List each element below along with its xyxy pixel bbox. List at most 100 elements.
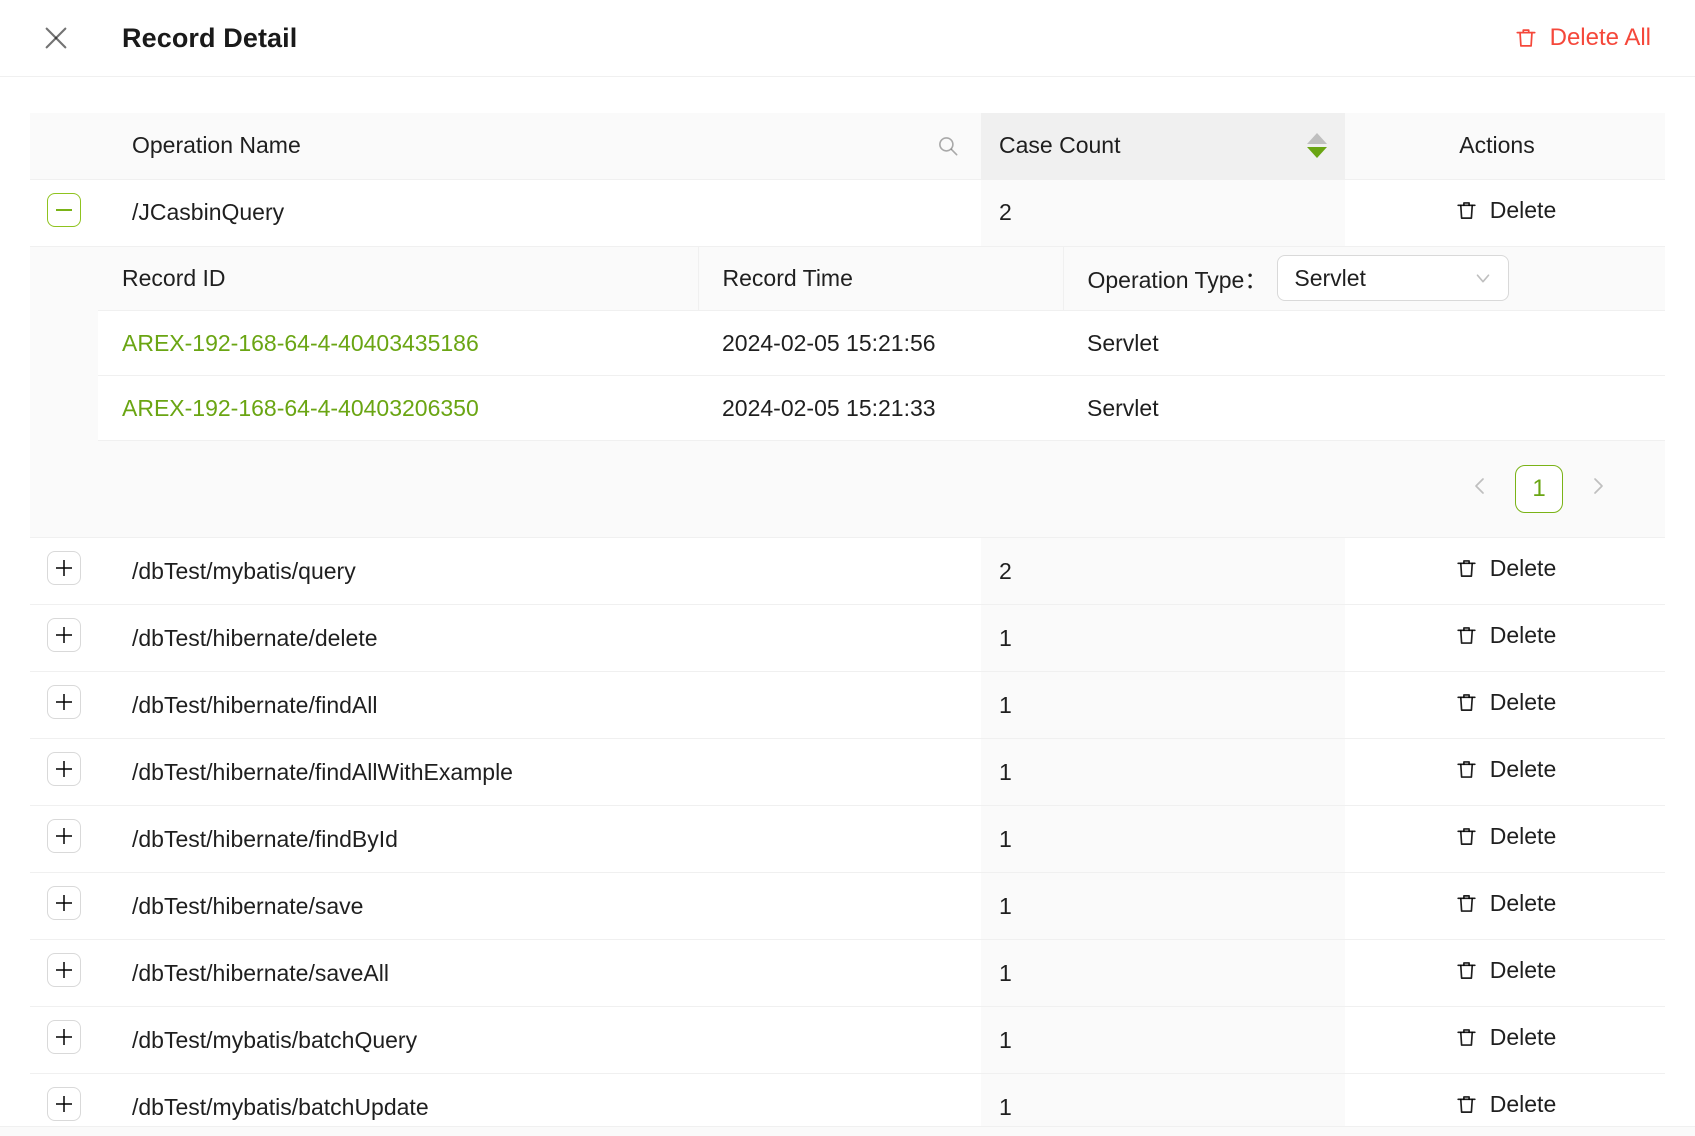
actions-cell[interactable]: Delete — [1345, 537, 1665, 605]
nested-header-row: Record ID Record Time Operation Type： Se… — [98, 246, 1665, 311]
expand-cell[interactable] — [30, 939, 98, 1007]
table-row[interactable]: /dbTest/hibernate/saveAll 1 Delete — [30, 939, 1665, 1007]
actions-cell[interactable]: Delete — [1345, 604, 1665, 672]
actions-cell[interactable]: Delete — [1345, 939, 1665, 1007]
trash-icon — [1454, 198, 1479, 223]
actions-cell[interactable]: Delete — [1345, 671, 1665, 739]
expanded-detail-row: Record ID Record Time Operation Type： Se… — [30, 246, 1665, 538]
plus-square-icon[interactable] — [47, 819, 81, 853]
operation-name-cell: /dbTest/mybatis/batchQuery — [98, 1006, 981, 1074]
record-time-cell: 2024-02-05 15:21:33 — [698, 375, 1063, 441]
table-row[interactable]: /dbTest/hibernate/findAll 1 Delete — [30, 671, 1665, 739]
delete-row-button[interactable]: Delete — [1454, 555, 1556, 582]
nested-record-table: Record ID Record Time Operation Type： Se… — [98, 246, 1665, 441]
expanded-detail-cell: Record ID Record Time Operation Type： Se… — [30, 246, 1665, 538]
actions-cell[interactable]: Delete — [1345, 1006, 1665, 1074]
operation-type-column-header: Operation Type： Servlet — [1062, 246, 1665, 311]
plus-square-icon[interactable] — [47, 1087, 81, 1121]
case-count-cell: 1 — [981, 604, 1345, 672]
record-time-column-header: Record Time — [697, 246, 1063, 311]
sort-ascending-icon[interactable] — [1307, 133, 1327, 145]
actions-cell[interactable]: Delete — [1345, 805, 1665, 873]
plus-square-icon[interactable] — [47, 886, 81, 920]
pagination-next-button[interactable] — [1575, 466, 1621, 512]
plus-square-icon[interactable] — [47, 551, 81, 585]
delete-row-button[interactable]: Delete — [1454, 1024, 1556, 1051]
record-id-cell[interactable]: AREX-192-168-64-4-40403206350 — [98, 375, 698, 441]
plus-square-icon[interactable] — [47, 618, 81, 652]
table-row[interactable]: /dbTest/hibernate/save 1 Delete — [30, 872, 1665, 940]
actions-cell[interactable]: Delete — [1345, 738, 1665, 806]
expand-cell[interactable] — [30, 179, 98, 247]
operation-type-cell: Servlet — [1063, 375, 1665, 441]
table-row[interactable]: /dbTest/hibernate/findById 1 Delete — [30, 805, 1665, 873]
trash-icon — [1454, 690, 1479, 715]
operation-type-select[interactable]: Servlet — [1277, 255, 1510, 302]
case-count-column-header[interactable]: Case Count — [981, 113, 1345, 180]
delete-row-button[interactable]: Delete — [1454, 890, 1556, 917]
expand-cell[interactable] — [30, 872, 98, 940]
trash-icon — [1454, 623, 1479, 648]
nested-table-row[interactable]: AREX-192-168-64-4-40403206350 2024-02-05… — [98, 375, 1665, 441]
operation-name-cell: /dbTest/hibernate/saveAll — [98, 939, 981, 1007]
chevron-right-icon — [1586, 474, 1610, 505]
operation-name-cell: /dbTest/hibernate/findById — [98, 805, 981, 873]
delete-row-button[interactable]: Delete — [1454, 756, 1556, 783]
plus-square-icon[interactable] — [47, 752, 81, 786]
actions-cell[interactable]: Delete — [1345, 179, 1665, 247]
case-count-cell: 1 — [981, 939, 1345, 1007]
delete-all-label: Delete All — [1549, 24, 1651, 51]
expand-cell[interactable] — [30, 604, 98, 672]
delete-row-button[interactable]: Delete — [1454, 197, 1556, 224]
case-count-cell: 2 — [981, 537, 1345, 605]
operation-name-cell: /dbTest/mybatis/query — [98, 537, 981, 605]
table-body: /JCasbinQuery 2 Delete Record ID Record … — [30, 179, 1665, 1136]
case-count-sorter[interactable] — [1307, 133, 1327, 159]
actions-cell[interactable]: Delete — [1345, 872, 1665, 940]
delete-row-button[interactable]: Delete — [1454, 689, 1556, 716]
delete-all-button[interactable]: Delete All — [1507, 20, 1657, 56]
delete-row-label: Delete — [1489, 823, 1557, 849]
record-id-cell[interactable]: AREX-192-168-64-4-40403435186 — [98, 310, 698, 376]
operation-name-cell: /JCasbinQuery — [98, 179, 981, 247]
operation-name-cell: /dbTest/hibernate/delete — [98, 604, 981, 672]
operation-type-label: Operation Type： — [1087, 267, 1268, 294]
expand-cell[interactable] — [30, 1006, 98, 1074]
horizontal-scrollbar[interactable] — [0, 1126, 1695, 1136]
minus-square-icon[interactable] — [47, 192, 81, 227]
record-id-link[interactable]: AREX-192-168-64-4-40403206350 — [122, 395, 479, 421]
close-button[interactable] — [38, 20, 74, 56]
record-id-link[interactable]: AREX-192-168-64-4-40403435186 — [122, 330, 479, 356]
nested-table-row[interactable]: AREX-192-168-64-4-40403435186 2024-02-05… — [98, 310, 1665, 376]
delete-row-label: Delete — [1489, 1024, 1557, 1050]
table-row[interactable]: /JCasbinQuery 2 Delete — [30, 179, 1665, 247]
operation-name-cell: /dbTest/hibernate/save — [98, 872, 981, 940]
table-row[interactable]: /dbTest/hibernate/findAllWithExample 1 D… — [30, 738, 1665, 806]
operation-type-selected-value: Servlet — [1294, 264, 1366, 291]
delete-row-button[interactable]: Delete — [1454, 1091, 1556, 1118]
expand-cell[interactable] — [30, 537, 98, 605]
expand-cell[interactable] — [30, 805, 98, 873]
case-count-cell: 1 — [981, 738, 1345, 806]
nested-table-body: AREX-192-168-64-4-40403435186 2024-02-05… — [98, 310, 1665, 441]
case-count-cell: 1 — [981, 872, 1345, 940]
expand-cell[interactable] — [30, 671, 98, 739]
delete-row-button[interactable]: Delete — [1454, 622, 1556, 649]
pagination-prev-button[interactable] — [1457, 466, 1503, 512]
table-row[interactable]: /dbTest/mybatis/batchQuery 1 Delete — [30, 1006, 1665, 1074]
delete-row-label: Delete — [1489, 1091, 1557, 1117]
chevron-down-icon — [1472, 267, 1494, 289]
trash-icon — [1454, 824, 1479, 849]
search-icon[interactable] — [935, 133, 965, 159]
delete-row-button[interactable]: Delete — [1454, 957, 1556, 984]
expand-cell[interactable] — [30, 738, 98, 806]
plus-square-icon[interactable] — [47, 685, 81, 719]
delete-row-button[interactable]: Delete — [1454, 823, 1556, 850]
sort-descending-icon[interactable] — [1307, 147, 1327, 159]
plus-square-icon[interactable] — [47, 1020, 81, 1054]
pagination-page-1[interactable]: 1 — [1515, 465, 1563, 513]
close-icon — [40, 22, 72, 54]
table-row[interactable]: /dbTest/hibernate/delete 1 Delete — [30, 604, 1665, 672]
table-row[interactable]: /dbTest/mybatis/query 2 Delete — [30, 537, 1665, 605]
plus-square-icon[interactable] — [47, 953, 81, 987]
